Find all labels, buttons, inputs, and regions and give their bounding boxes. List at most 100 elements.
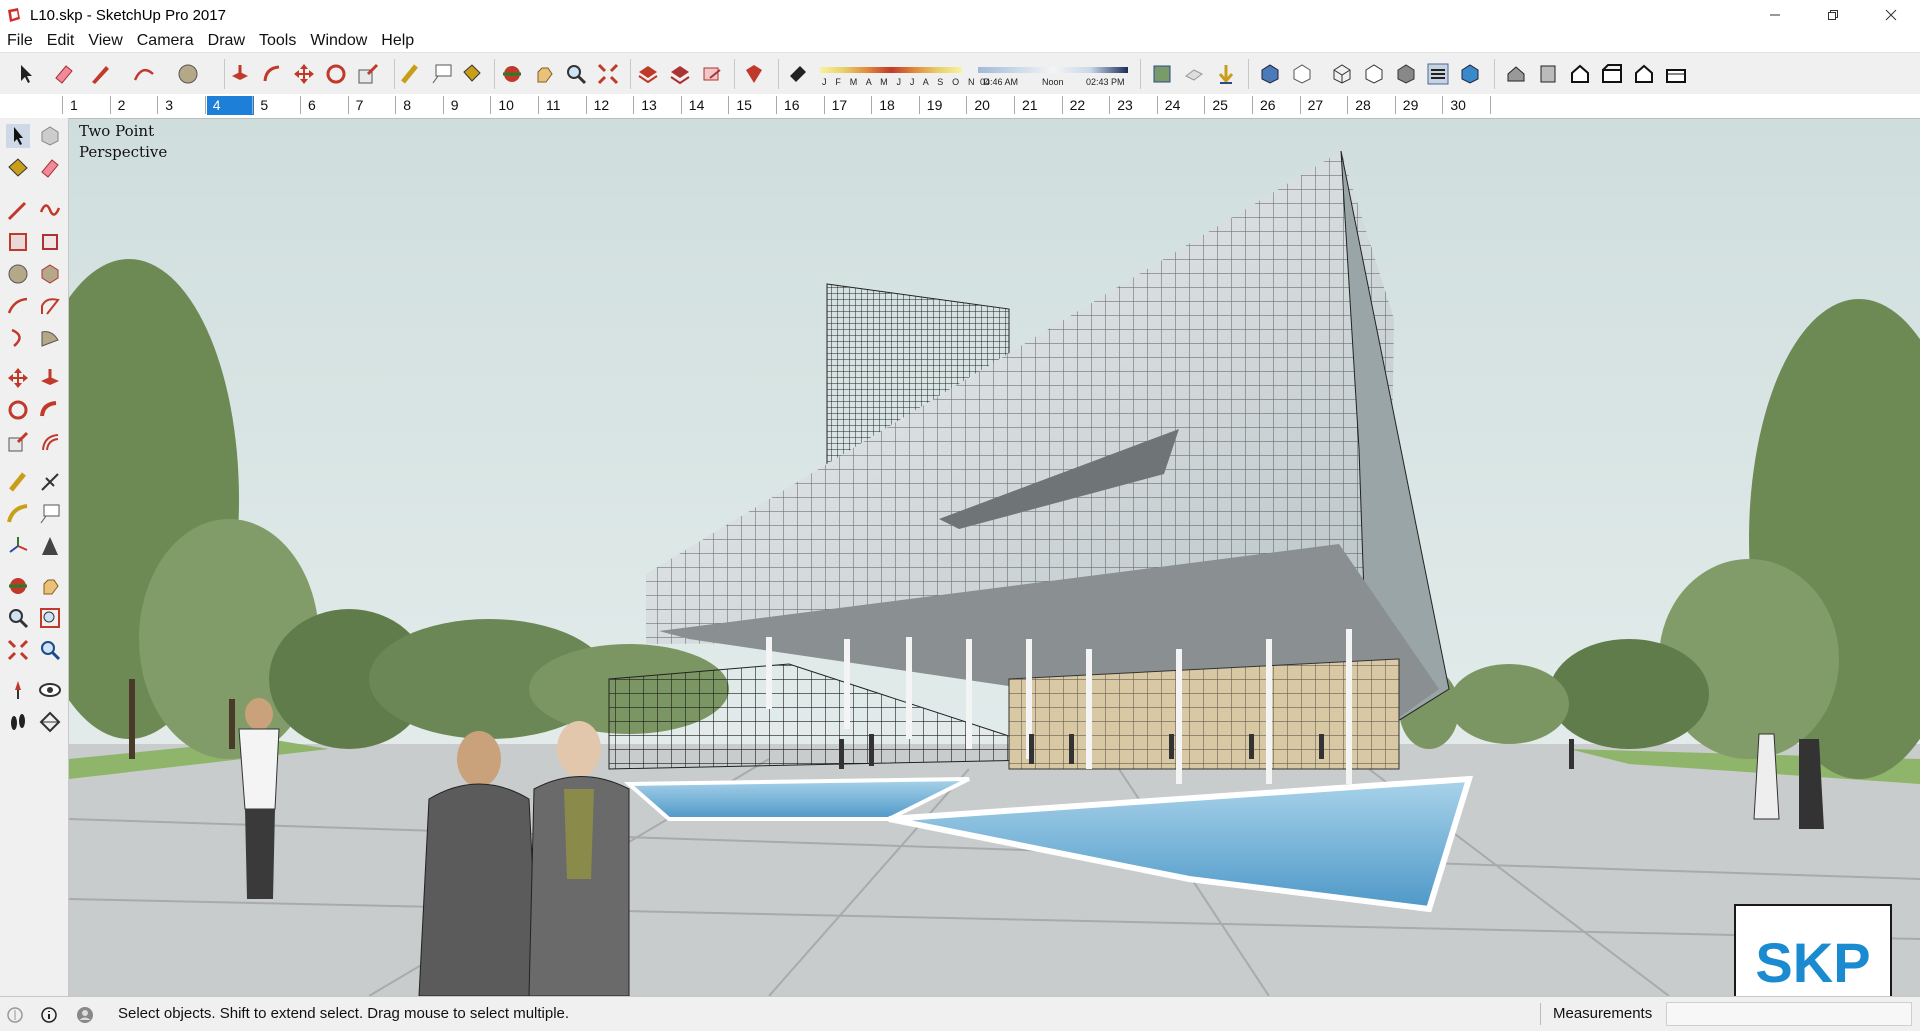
pan-icon[interactable] (38, 574, 62, 598)
scale-icon[interactable] (6, 430, 30, 454)
two-point-arc-icon[interactable] (38, 294, 62, 318)
restore-button[interactable] (1804, 0, 1862, 30)
shadow-time-slider[interactable]: 04:46 AM Noon 02:43 PM (978, 65, 1128, 89)
day-label[interactable]: 12 (594, 97, 610, 113)
day-label[interactable]: 30 (1450, 97, 1466, 113)
monochrome-icon[interactable] (1458, 62, 1482, 86)
pan-icon[interactable] (532, 62, 556, 86)
paint-bucket-icon[interactable] (6, 156, 30, 180)
dimension-icon[interactable] (38, 470, 62, 494)
day-label[interactable]: 7 (356, 97, 364, 113)
day-label[interactable]: 15 (736, 97, 752, 113)
section-plane-icon[interactable] (1150, 62, 1174, 86)
follow-me-icon[interactable] (38, 398, 62, 422)
day-label[interactable]: 9 (451, 97, 459, 113)
scale-icon[interactable] (356, 62, 380, 86)
move-icon[interactable] (6, 366, 30, 390)
shaded-icon[interactable] (1394, 62, 1418, 86)
day-label[interactable]: 3 (165, 97, 173, 113)
day-label[interactable]: 1 (70, 97, 78, 113)
day-label[interactable]: 5 (260, 97, 268, 113)
shadow-day-ruler[interactable]: 1 2 3 4 5 6 7 8 9 10 11 12 13 14 15 16 17 18 19 20 21 22 23 24 2… (0, 94, 1920, 119)
fog-icon[interactable] (1182, 62, 1206, 86)
text-tool-icon[interactable] (430, 62, 454, 86)
day-label[interactable]: 6 (308, 97, 316, 113)
credits-info-icon[interactable] (40, 1006, 58, 1024)
day-label[interactable]: 23 (1117, 97, 1133, 113)
day-label[interactable]: 2 (118, 97, 126, 113)
protractor-icon[interactable] (6, 502, 30, 526)
iso-view-icon[interactable] (1504, 62, 1528, 86)
day-label[interactable]: 20 (974, 97, 990, 113)
menu-edit[interactable]: Edit (40, 30, 82, 52)
model-viewport[interactable]: Two Point Perspective SKP (69, 119, 1920, 996)
user-account-icon[interactable] (76, 1006, 94, 1024)
tape-measure-icon[interactable] (6, 470, 30, 494)
paint-bucket-icon[interactable] (460, 62, 484, 86)
zoom-icon[interactable] (564, 62, 588, 86)
offset-icon[interactable] (38, 430, 62, 454)
shapes-icon[interactable] (176, 62, 200, 86)
pie-icon[interactable] (38, 326, 62, 350)
tape-measure-icon[interactable] (398, 62, 422, 86)
day-label[interactable]: 10 (498, 97, 514, 113)
menu-file[interactable]: File (0, 30, 40, 52)
day-label[interactable]: 4 (213, 97, 221, 113)
shaded-textures-icon[interactable] (1426, 62, 1450, 86)
shadow-month-slider[interactable]: J F M A M J J A S O N D (820, 65, 990, 89)
geo-location-icon[interactable] (6, 1006, 24, 1024)
day-label[interactable]: 27 (1308, 97, 1324, 113)
sketchup-app-icon[interactable] (6, 7, 22, 23)
3d-text-icon[interactable] (38, 534, 62, 558)
back-view-icon[interactable] (1632, 62, 1656, 86)
day-label[interactable]: 25 (1212, 97, 1228, 113)
measurements-input[interactable] (1666, 1002, 1912, 1026)
follow-me-icon[interactable] (260, 62, 284, 86)
look-around-icon[interactable] (38, 678, 62, 702)
shadows-toggle-icon[interactable] (786, 62, 810, 86)
arc-icon[interactable] (132, 62, 156, 86)
front-view-icon[interactable] (1568, 62, 1592, 86)
rectangle-icon[interactable] (6, 230, 30, 254)
menu-window[interactable]: Window (303, 30, 374, 52)
axes-icon[interactable] (6, 534, 30, 558)
right-view-icon[interactable] (1600, 62, 1624, 86)
select-icon[interactable] (6, 124, 30, 148)
menu-draw[interactable]: Draw (201, 30, 252, 52)
day-label[interactable]: 21 (1022, 97, 1038, 113)
text-icon[interactable] (38, 502, 62, 526)
day-label[interactable]: 11 (546, 97, 561, 113)
back-edges-icon[interactable] (1290, 62, 1314, 86)
top-view-icon[interactable] (1536, 62, 1560, 86)
share-component-icon[interactable] (700, 62, 724, 86)
menu-view[interactable]: View (81, 30, 129, 52)
sandbox-icon[interactable] (1214, 62, 1238, 86)
freehand-icon[interactable] (38, 198, 62, 222)
day-label[interactable]: 24 (1165, 97, 1181, 113)
menu-camera[interactable]: Camera (130, 30, 201, 52)
arc-icon[interactable] (6, 294, 30, 318)
day-label[interactable]: 28 (1355, 97, 1371, 113)
orbit-icon[interactable] (6, 574, 30, 598)
push-pull-icon[interactable] (38, 366, 62, 390)
make-component-icon[interactable] (38, 124, 62, 148)
select-tool-icon[interactable] (14, 62, 38, 86)
line-icon[interactable] (6, 198, 30, 222)
day-label[interactable]: 13 (641, 97, 657, 113)
zoom-extents-icon[interactable] (596, 62, 620, 86)
hidden-line-icon[interactable] (1362, 62, 1386, 86)
day-label[interactable]: 18 (879, 97, 895, 113)
eraser-icon[interactable] (52, 62, 76, 86)
day-label[interactable]: 14 (689, 97, 705, 113)
day-label[interactable]: 22 (1070, 97, 1086, 113)
warehouse-icon[interactable] (636, 62, 660, 86)
day-label[interactable]: 29 (1403, 97, 1419, 113)
rotate-icon[interactable] (6, 398, 30, 422)
walk-icon[interactable] (6, 710, 30, 734)
rotated-rectangle-icon[interactable] (38, 230, 62, 254)
close-button[interactable] (1862, 0, 1920, 30)
menu-help[interactable]: Help (374, 30, 421, 52)
day-label[interactable]: 19 (927, 97, 943, 113)
previous-view-icon[interactable] (38, 638, 62, 662)
wireframe-icon[interactable] (1330, 62, 1354, 86)
